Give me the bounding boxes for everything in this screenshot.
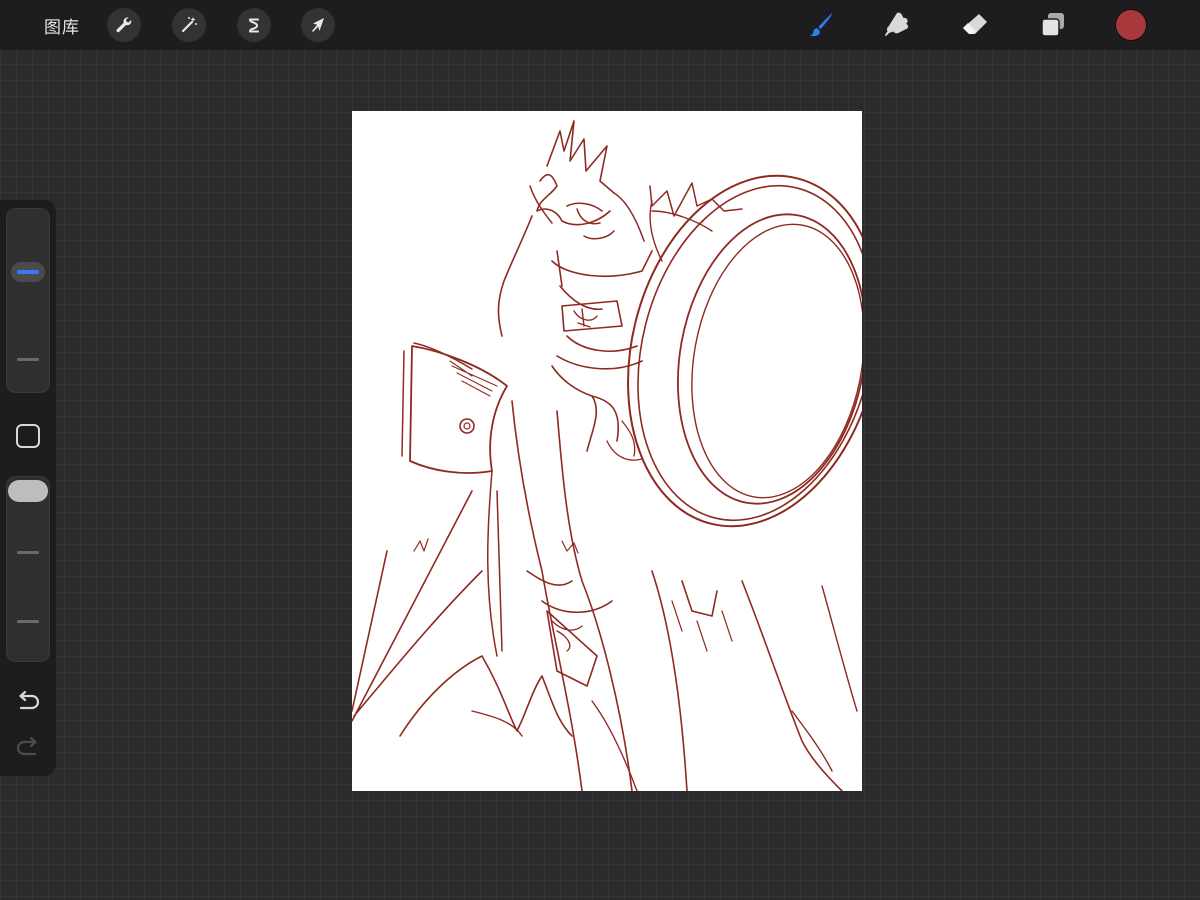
color-picker-button[interactable] (1116, 10, 1146, 40)
selection-icon (248, 18, 259, 33)
sketch-stroke (487, 470, 503, 657)
shield-outer-ring (627, 174, 862, 528)
sketch-stroke (546, 120, 615, 194)
sketch-stroke (551, 365, 619, 452)
sketch-stroke (413, 538, 579, 554)
brush-size-handle-bar (17, 270, 39, 274)
redo-button[interactable] (14, 734, 42, 762)
undo-button[interactable] (14, 688, 42, 716)
sketch-stroke (529, 185, 615, 240)
adjustments-button[interactable] (172, 8, 206, 42)
selection-button[interactable] (237, 8, 271, 42)
transform-button[interactable] (301, 8, 335, 42)
gallery-button[interactable]: 图库 (44, 13, 80, 38)
slider-tick (17, 551, 39, 554)
layers-button[interactable] (1035, 8, 1071, 42)
eraser-tool-button[interactable] (957, 8, 993, 42)
brush-size-handle[interactable] (11, 262, 45, 282)
slider-tick (17, 358, 39, 361)
sketch-stroke (651, 570, 843, 791)
shield-inner-ring (677, 213, 862, 505)
smudge-tool-button[interactable] (880, 8, 916, 42)
brush-icon (810, 13, 833, 37)
top-toolbar: 图库 (0, 0, 1200, 50)
left-sidebar (0, 200, 56, 776)
redo-icon (16, 736, 37, 756)
opacity-slider[interactable] (6, 476, 50, 662)
sketch-stroke (497, 215, 653, 337)
sketch-stroke (409, 345, 508, 474)
sketch-stroke (399, 655, 573, 737)
slider-tick (17, 620, 39, 623)
sketch-stroke (463, 422, 471, 430)
layers-icon (1041, 13, 1064, 37)
sketch-stroke (511, 400, 633, 791)
sketch-stroke (459, 418, 475, 434)
opacity-handle[interactable] (8, 480, 48, 502)
sketch-stroke (649, 200, 713, 262)
wrench-icon (116, 17, 132, 33)
transform-arrow-icon (312, 18, 324, 32)
brush-tool-button[interactable] (802, 8, 838, 42)
sketch-stroke (573, 308, 598, 328)
sketch-stroke (671, 600, 733, 652)
sketch-stroke (526, 570, 613, 687)
drawing-canvas[interactable] (352, 111, 862, 791)
sketch-stroke (352, 490, 483, 722)
modify-button[interactable] (14, 422, 42, 450)
sketch-drawing (352, 120, 862, 791)
brush-size-slider[interactable] (6, 208, 50, 393)
smudge-icon (885, 12, 909, 36)
sketch-stroke (791, 585, 858, 772)
magic-wand-icon (181, 17, 197, 33)
eraser-icon (963, 14, 987, 34)
square-icon (16, 424, 40, 448)
sketch-stroke (471, 700, 638, 791)
undo-icon (19, 690, 40, 710)
actions-button[interactable] (107, 8, 141, 42)
